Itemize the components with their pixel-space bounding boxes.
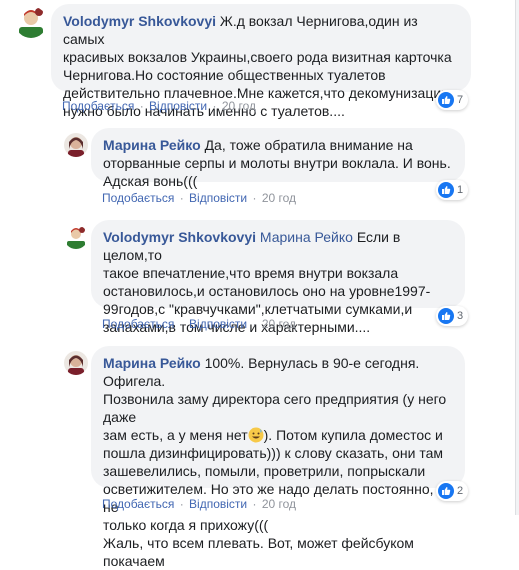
separator: · (139, 99, 144, 113)
reaction-count[interactable]: 2 (436, 481, 469, 501)
comment-bubble: Volodymyr Shkovkovyi Ж.д вокзал Чернигов… (51, 4, 471, 119)
comment-actions: Подобається · Відповісти · 20 год (102, 316, 296, 332)
timestamp[interactable]: 20 год (262, 317, 296, 331)
comment-text: такое впечатление,что время внутри вокза… (103, 265, 399, 281)
comment-line: Volodymyr Shkovkovyi Марина Рейко Если в… (103, 228, 453, 264)
like-icon (438, 92, 454, 108)
scrollbar[interactable] (515, 0, 519, 515)
separator: · (252, 191, 257, 205)
like-icon (438, 483, 454, 499)
comment-author[interactable]: Марина Рейко (103, 137, 201, 153)
reaction-count-number: 1 (457, 184, 464, 196)
reaction-count-number: 7 (457, 94, 464, 106)
comment-author[interactable]: Volodymyr Shkovkovyi (103, 229, 256, 245)
avatar[interactable] (64, 225, 88, 249)
separator: · (179, 317, 184, 331)
comment-mention[interactable]: Марина Рейко (260, 229, 353, 245)
like-button[interactable]: Подобається (62, 99, 134, 113)
separator: · (252, 317, 257, 331)
reply-button[interactable]: Відповісти (189, 191, 247, 205)
reply-button[interactable]: Відповісти (149, 99, 207, 113)
separator: · (212, 99, 217, 113)
comment-actions: Подобається · Відповісти · 20 год (102, 190, 296, 206)
comment-text: пошла дизинфицировать))) к слову сказать… (103, 445, 443, 461)
comment-author[interactable]: Марина Рейко (103, 355, 201, 371)
reaction-count[interactable]: 3 (436, 306, 469, 326)
avatar[interactable] (15, 6, 47, 38)
comment-bubble: Марина Рейко 100%. Вернулась в 90-е сего… (91, 346, 465, 569)
comment-text: Позвонила заму директора сего предприяти… (103, 391, 447, 425)
reaction-count-number: 3 (457, 310, 464, 322)
comment-bubble: Volodymyr Shkovkovyi Марина Рейко Если в… (91, 220, 465, 335)
comment-text: Адская вонь((( (103, 173, 198, 189)
comment-line: Марина Рейко Да, тоже обратила внимание … (103, 136, 453, 154)
reaction-count-number: 2 (457, 485, 464, 497)
timestamp[interactable]: 20 год (262, 497, 296, 511)
comment-text: оторванные серпы и молоты внутри воклала… (103, 155, 451, 171)
reply-button[interactable]: Відповісти (189, 497, 247, 511)
reaction-count[interactable]: 7 (436, 90, 469, 110)
comment-text: зам есть, а у меня нет (103, 427, 248, 443)
like-button[interactable]: Подобається (102, 191, 174, 205)
like-icon (438, 308, 454, 324)
comment-text: ). Потом купила доместос и (263, 427, 443, 443)
avatar[interactable] (64, 351, 88, 375)
comment-bubble: Марина Рейко Да, тоже обратила внимание … (91, 128, 465, 189)
avatar[interactable] (64, 133, 88, 157)
separator: · (252, 497, 257, 511)
comment-author[interactable]: Volodymyr Shkovkovyi (63, 13, 216, 29)
comment-text: только когда я прихожу((( (103, 517, 269, 533)
separator: · (179, 497, 184, 511)
grinning-sweat-emoji-icon (248, 427, 264, 443)
comment-text: остановилось,и остановилось оно на уровн… (103, 283, 431, 299)
comment-line: Марина Рейко 100%. Вернулась в 90-е сего… (103, 354, 453, 390)
reply-button[interactable]: Відповісти (189, 317, 247, 331)
like-button[interactable]: Подобається (102, 497, 174, 511)
timestamp[interactable]: 20 год (262, 191, 296, 205)
like-icon (438, 182, 454, 198)
separator: · (179, 191, 184, 205)
comment-text: зашевелились, помыли, проветрили, попрыс… (103, 463, 426, 479)
comment-line: Volodymyr Shkovkovyi Ж.д вокзал Чернигов… (63, 12, 459, 48)
comment-text: Жаль, что всем плевать. Вот, может фейсб… (103, 535, 414, 569)
timestamp[interactable]: 20 год (222, 99, 256, 113)
comment-text: Да, тоже обратила внимание на (204, 137, 413, 153)
comment-actions: Подобається · Відповісти · 20 год (102, 496, 296, 512)
comment-actions: Подобається · Відповісти · 20 год (62, 98, 256, 114)
comment-text: Чернигова.Но состояние общественных туал… (63, 67, 386, 83)
reaction-count[interactable]: 1 (436, 180, 469, 200)
comment-text: красивых вокзалов Украины,своего рода ви… (63, 49, 452, 65)
comment-line: зам есть, а у меня нет ). Потом купила до… (103, 426, 453, 444)
like-button[interactable]: Подобається (102, 317, 174, 331)
